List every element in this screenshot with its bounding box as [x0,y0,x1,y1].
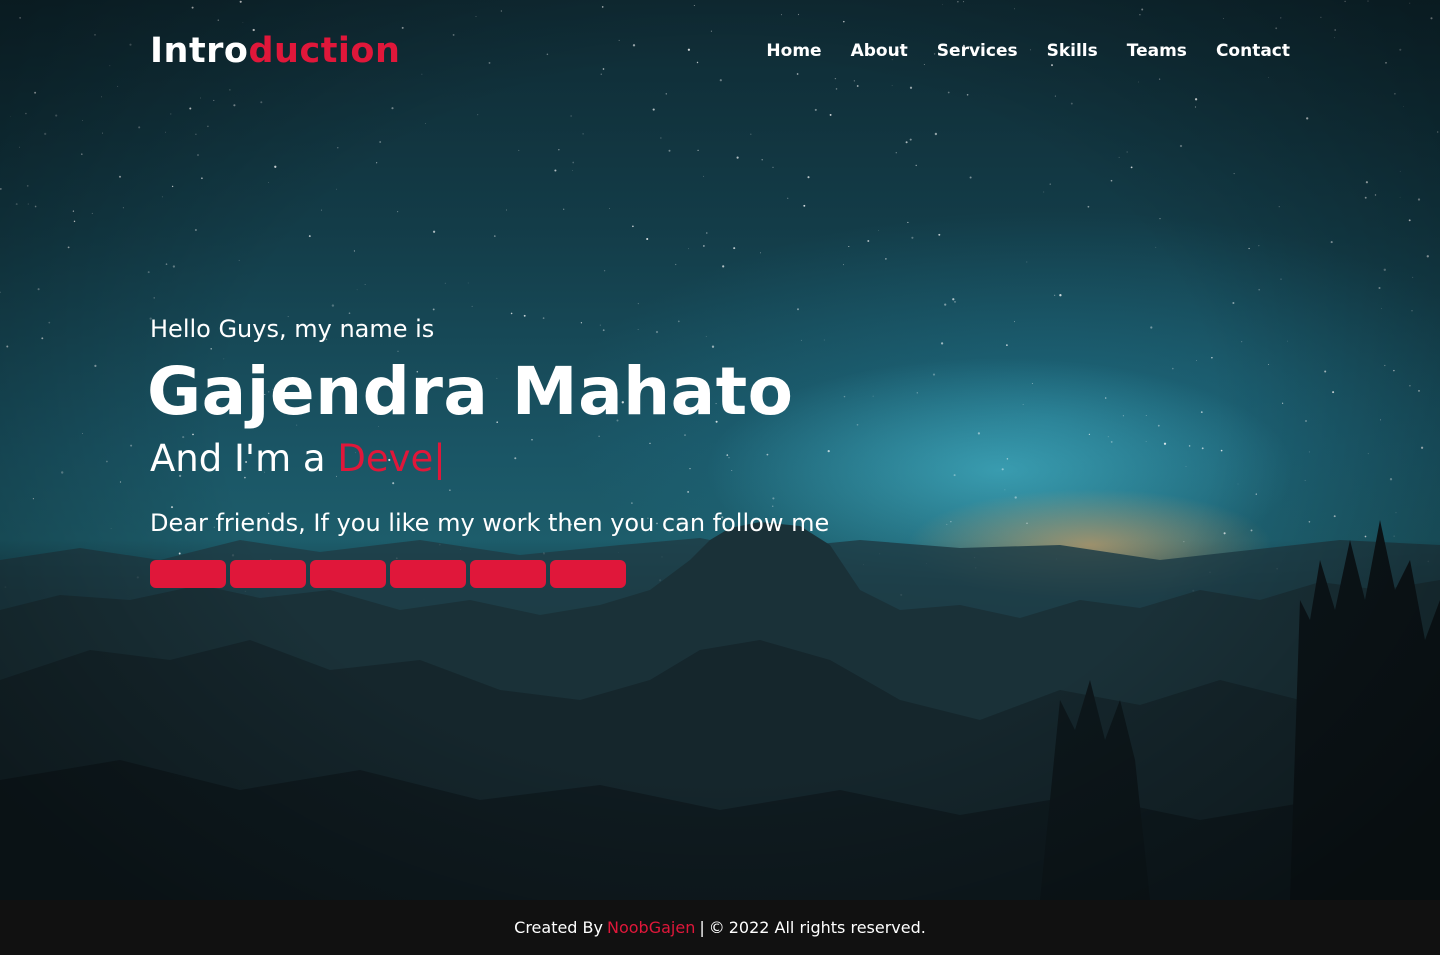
nav-item-about[interactable]: About [851,41,908,61]
linkedin-button[interactable] [550,560,626,588]
instagram-button[interactable] [310,560,386,588]
hero-role: And I'm a Deve| [150,434,1050,484]
youtube-button[interactable] [390,560,466,588]
nav-item-skills[interactable]: Skills [1047,41,1098,61]
footer-author-link[interactable]: NoobGajen [607,918,695,937]
nav-item-teams[interactable]: Teams [1127,41,1187,61]
logo-text-part2: duction [248,31,401,71]
copyright-icon: © [708,918,725,937]
footer-rights: 2022 All rights reserved. [728,918,926,937]
top-navbar: Introduction Home About Services Skills … [150,28,1290,74]
twitter-button[interactable] [230,560,306,588]
nav-item-contact[interactable]: Contact [1216,41,1290,61]
hero-name: Gajendra Mahato [147,353,794,430]
nav-item-services[interactable]: Services [937,41,1018,61]
logo-text-part1: Intro [150,31,249,71]
social-links [150,560,1050,588]
hero-greeting: Hello Guys, my name is [150,315,435,343]
role-prefix: And I'm a [150,437,338,480]
site-footer: Created By NoobGajen | © 2022 All rights… [0,900,1440,955]
nav-menu: Home About Services Skills Teams Contact [766,41,1290,61]
site-logo[interactable]: Introduction [150,31,400,71]
footer-separator: | [699,918,705,937]
hero-content: Hello Guys, my name is Gajendra Mahato A… [147,312,1050,588]
facebook-button[interactable] [150,560,226,588]
role-typed-text: Deve| [337,437,446,480]
follow-text: Dear friends, If you like my work then y… [150,509,830,537]
github-button[interactable] [470,560,546,588]
footer-created-by: Created By [514,918,603,937]
nav-item-home[interactable]: Home [766,41,821,61]
